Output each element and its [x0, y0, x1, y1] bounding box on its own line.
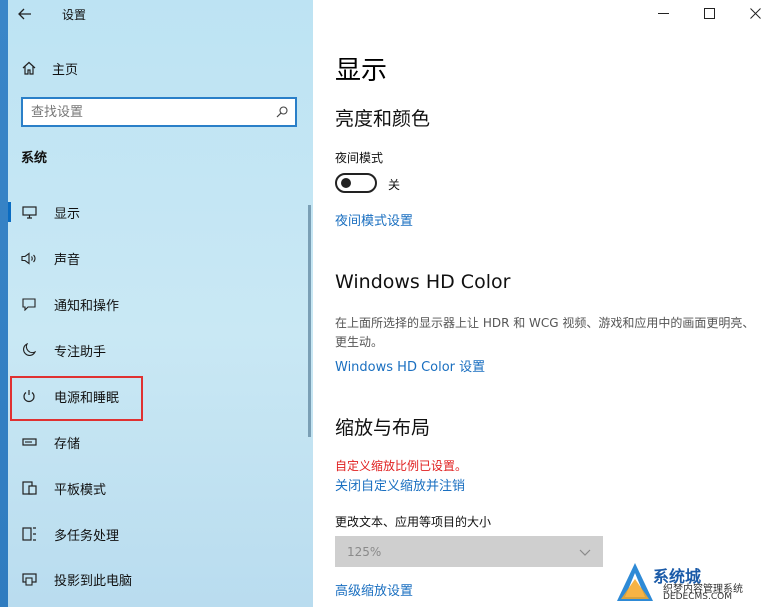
tablet-icon [20, 479, 38, 497]
sidebar-item-label: 存储 [54, 436, 81, 452]
watermark-logo [617, 563, 653, 601]
night-mode-toggle[interactable] [335, 173, 377, 193]
scale-heading: 缩放与布局 [335, 417, 431, 439]
hdr-settings-link[interactable]: Windows HD Color 设置 [335, 356, 485, 375]
maximize-icon [703, 7, 715, 19]
back-button[interactable] [8, 0, 42, 28]
multitask-icon [20, 525, 38, 543]
sidebar-item-label: 通知和操作 [54, 298, 120, 314]
sidebar-item-label: 多任务处理 [54, 528, 120, 544]
home-label: 主页 [52, 62, 79, 78]
home-icon [20, 59, 38, 77]
sidebar-item-label: 显示 [54, 206, 81, 222]
watermark-line2: DEDECMS.COM [663, 592, 732, 602]
maximize-button[interactable] [686, 0, 732, 26]
app-title: 设置 [62, 7, 87, 22]
page-title: 显示 [335, 56, 388, 86]
minimize-icon [657, 12, 669, 14]
sidebar-item-multitasking[interactable]: 多任务处理 [8, 514, 308, 554]
settings-sidebar: 设置 主页 系统 显示 声音 通知和操作 专注助手 [0, 0, 313, 607]
night-mode-state: 关 [388, 178, 401, 192]
search-icon[interactable] [269, 99, 295, 125]
turn-off-custom-scale-link[interactable]: 关闭自定义缩放并注销 [335, 475, 465, 494]
sidebar-item-label: 平板模式 [54, 482, 107, 498]
window-controls [640, 0, 778, 28]
storage-icon [20, 433, 38, 451]
sidebar-item-display[interactable]: 显示 [8, 192, 308, 232]
project-icon [20, 570, 38, 588]
close-icon [749, 7, 761, 19]
sidebar-item-sound[interactable]: 声音 [8, 238, 308, 278]
hdr-description: 在上面所选择的显示器上让 HDR 和 WCG 视频、游戏和应用中的画面更明亮、更… [335, 316, 755, 349]
search-box[interactable] [21, 97, 297, 127]
scale-dropdown-value: 125% [347, 544, 382, 559]
notification-icon [20, 295, 38, 313]
section-title-system: 系统 [21, 151, 48, 166]
sidebar-item-focus-assist[interactable]: 专注助手 [8, 330, 308, 370]
arrow-left-icon [18, 8, 31, 20]
close-button[interactable] [732, 0, 778, 26]
sidebar-item-tablet-mode[interactable]: 平板模式 [8, 468, 308, 508]
sidebar-item-label: 电源和睡眠 [54, 390, 120, 406]
sidebar-item-label: 专注助手 [54, 344, 107, 360]
speaker-icon [20, 249, 38, 267]
sidebar-item-storage[interactable]: 存储 [8, 422, 308, 462]
minimize-button[interactable] [640, 0, 686, 26]
chevron-down-icon [579, 545, 591, 559]
sidebar-item-label: 声音 [54, 252, 81, 268]
night-mode-label: 夜间模式 [335, 151, 384, 165]
moon-icon [20, 341, 38, 359]
monitor-icon [20, 203, 38, 221]
custom-scale-warning: 自定义缩放比例已设置。 [335, 459, 468, 473]
hdr-heading: Windows HD Color [335, 271, 511, 293]
sidebar-item-label: 投影到此电脑 [54, 573, 133, 589]
power-icon [20, 387, 38, 405]
toggle-knob [341, 178, 351, 188]
size-label: 更改文本、应用等项目的大小 [335, 515, 492, 529]
sidebar-item-notifications[interactable]: 通知和操作 [8, 284, 308, 324]
sidebar-item-project-to-pc[interactable]: 投影到此电脑 [8, 559, 308, 599]
brightness-heading: 亮度和颜色 [335, 108, 431, 130]
sidebar-scrollbar[interactable] [308, 205, 311, 437]
sidebar-titlebar: 设置 [8, 0, 313, 28]
sidebar-item-home[interactable]: 主页 [20, 58, 78, 78]
search-input[interactable] [23, 99, 269, 125]
main-content: 显示 亮度和颜色 夜间模式 关 夜间模式设置 Windows HD Color … [313, 0, 778, 607]
scale-dropdown[interactable]: 125% [335, 536, 603, 567]
night-mode-settings-link[interactable]: 夜间模式设置 [335, 210, 413, 229]
sidebar-item-power-sleep[interactable]: 电源和睡眠 [8, 376, 308, 421]
advanced-scaling-link[interactable]: 高级缩放设置 [335, 580, 413, 599]
watermark: 系统城 织梦内容管理系统 DEDECMS.COM [615, 557, 770, 607]
